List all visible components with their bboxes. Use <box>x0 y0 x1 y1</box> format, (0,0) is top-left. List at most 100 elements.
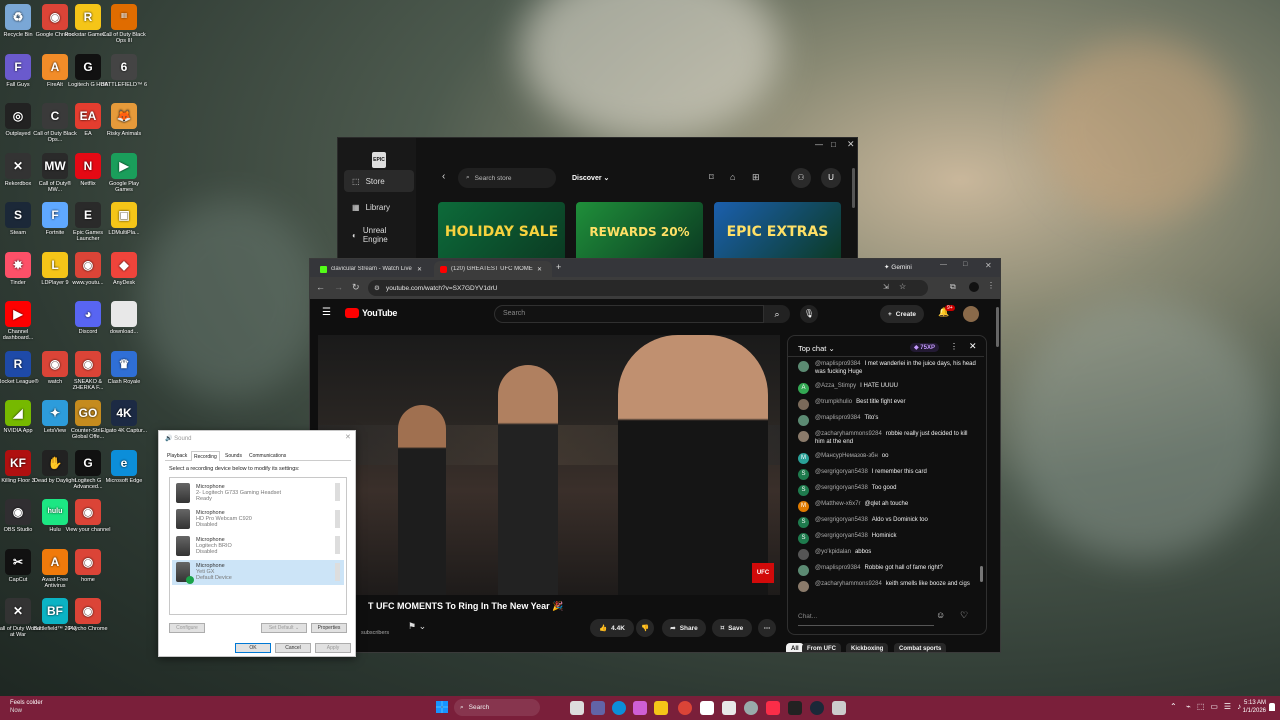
profile-avatar[interactable] <box>969 282 979 292</box>
recording-device[interactable]: Microphone 2- Logitech G733 Gaming Headse… <box>172 480 344 505</box>
clock[interactable]: 5:13 AM 1/1/2026 <box>1240 699 1266 715</box>
scrollbar[interactable] <box>852 168 855 208</box>
desktop-icon[interactable]: 4K Elgato 4K Captur... <box>100 400 148 434</box>
wishlist-icon[interactable]: ⌑ <box>709 172 714 183</box>
gift-icon[interactable]: ⌂ <box>730 172 735 182</box>
avatar[interactable]: U <box>821 168 841 188</box>
epic-search-box[interactable]: ⌕ Search store <box>458 168 556 188</box>
sound-tab[interactable]: Recording <box>191 451 220 461</box>
forward-icon[interactable]: → <box>334 282 343 292</box>
filter-chip[interactable]: Kickboxing <box>846 643 889 652</box>
minimize-button[interactable]: — <box>815 140 823 149</box>
filter-chip[interactable]: From UFC <box>802 643 841 652</box>
promo-rewards[interactable]: REWARDS 20% <box>576 202 703 262</box>
chat-author[interactable]: @maplispro9384 <box>815 415 860 421</box>
save-button[interactable]: ⌑ Save <box>712 619 752 637</box>
desktop-icon[interactable]: 6 BATTLEFIELD™ 6 <box>100 53 148 88</box>
set-default-button[interactable]: Set Default ⌄ <box>261 623 307 633</box>
desktop-icon[interactable]: III Call of Duty Black Ops III <box>100 4 148 44</box>
notification-bell-icon[interactable] <box>1269 703 1275 711</box>
copilot-icon[interactable] <box>633 701 647 715</box>
chat-message[interactable]: @zacharyhammons9284 robbie really just de… <box>798 431 978 446</box>
chat-author[interactable]: @trumpkhulio <box>815 399 852 405</box>
recording-device[interactable]: Microphone HD Pro Webcam C920 Disabled <box>172 507 344 532</box>
youtube-logo[interactable]: YouTube <box>345 308 397 318</box>
discover-dropdown[interactable]: Discover ⌄ <box>572 174 609 182</box>
close-button[interactable]: ✕ <box>847 139 855 150</box>
search-button[interactable]: ⌕ <box>764 305 790 323</box>
join-button[interactable]: ⚑ ⌄ <box>408 621 426 632</box>
chat-author[interactable]: @Azza_Stimpy <box>815 383 856 389</box>
extensions-icon[interactable]: ⧉ <box>950 282 956 292</box>
desktop-icon[interactable]: 🦊 Risky Animals <box>100 103 148 137</box>
desktop-icon[interactable]: ▶ Google Play Games <box>100 152 148 193</box>
back-icon[interactable]: ‹ <box>442 171 445 182</box>
filter-chip[interactable]: Combat sports <box>894 643 947 652</box>
chat-author[interactable]: @МансурНемазов-збн <box>815 453 878 459</box>
chat-author[interactable]: @sergrigoryan5438 <box>815 533 868 539</box>
chat-author[interactable]: @zacharyhammons9284 <box>815 581 882 587</box>
steam-taskbar-icon[interactable] <box>810 701 824 715</box>
create-button[interactable]: + Create <box>880 305 924 323</box>
chat-author[interactable]: @yo'kpidalan <box>815 549 851 555</box>
site-info-icon[interactable]: ⚙ <box>374 284 380 292</box>
close-tab-icon[interactable]: ✕ <box>417 266 422 273</box>
page-scrollbar[interactable] <box>996 307 999 347</box>
taskbar-search[interactable]: ⌕ Search <box>454 699 540 716</box>
chat-close-icon[interactable]: ✕ <box>969 341 977 352</box>
sound-tab[interactable]: Communications <box>247 451 288 461</box>
cart-icon[interactable]: ⊞ <box>752 172 760 183</box>
xp-badge[interactable]: ◆ 75XP <box>910 343 939 352</box>
calculator-icon[interactable] <box>722 701 736 715</box>
epic-nav-store[interactable]: ⬚ Store <box>344 170 414 192</box>
mic-taskbar-icon[interactable] <box>832 701 846 715</box>
video-player[interactable]: UFC <box>318 335 780 595</box>
new-tab-button[interactable]: + <box>556 262 561 272</box>
desktop-icon[interactable]: ♛ Clash Royale <box>100 350 148 385</box>
epic-taskbar-icon[interactable] <box>788 701 802 715</box>
desktop-icon[interactable]: ▶ Channel dashboard... <box>0 301 42 341</box>
edge-icon[interactable] <box>612 701 626 715</box>
chat-message[interactable]: S @sergrigoryan5438 Aldo vs Dominick too <box>798 517 978 528</box>
chat-message[interactable]: @maplispro9384 Tito's <box>798 415 978 426</box>
desktop-icon[interactable]: ◉ View your channel <box>64 499 112 533</box>
emoji-icon[interactable]: ☺ <box>936 610 945 620</box>
recording-device[interactable]: Microphone Logitech BRIO Disabled <box>172 533 344 558</box>
share-button[interactable]: ➦ Share <box>662 619 706 637</box>
task-view-icon[interactable] <box>570 701 584 715</box>
chrome-menu-icon[interactable]: ⋮ <box>987 281 995 290</box>
close-tab-icon[interactable]: ✕ <box>537 266 542 273</box>
menu-icon[interactable]: ☰ <box>322 307 331 318</box>
desktop-icon[interactable]: e Microsoft Edge <box>100 449 148 484</box>
tab-youtube[interactable]: (120) GREATEST UFC MOMENT... ✕ <box>434 261 552 277</box>
bookmark-star-icon[interactable]: ☆ <box>899 282 906 291</box>
more-actions-button[interactable]: ⋯ <box>758 619 776 637</box>
close-button[interactable]: ✕ <box>345 433 351 441</box>
chat-input[interactable]: Chat... <box>798 608 934 626</box>
desktop-icon[interactable]: ◉ Psycho Chrome <box>64 598 112 632</box>
chat-author[interactable]: @maplispro9384 <box>815 361 860 367</box>
maximize-button[interactable]: □ <box>831 140 836 149</box>
chat-message[interactable]: S @sergrigoryan5438 I remember this card <box>798 469 978 480</box>
chat-message[interactable]: @yo'kpidalan abbos <box>798 549 978 560</box>
desktop-icon[interactable]: ◉ home <box>64 548 112 583</box>
teams-icon[interactable] <box>591 701 605 715</box>
address-bar[interactable]: ⚙ youtube.com/watch?v=SX7GDYV1drU <box>368 280 928 296</box>
properties-button[interactable]: Properties <box>311 623 347 633</box>
chat-author[interactable]: @sergrigoryan5438 <box>815 517 868 523</box>
desktop-icon[interactable]: ▣ LDMultiPla... <box>100 202 148 236</box>
tab-kick[interactable]: clavicular Stream - Watch Live ✕ <box>314 261 432 277</box>
minimize-button[interactable]: — <box>940 261 947 268</box>
settings-icon[interactable] <box>744 701 758 715</box>
apply-button[interactable]: Apply <box>315 643 351 653</box>
maximize-button[interactable]: □ <box>963 261 967 268</box>
chat-scrollbar[interactable] <box>980 566 983 582</box>
install-icon[interactable]: ⇲ <box>883 283 889 291</box>
epic-nav-library[interactable]: ▦ Library <box>344 196 414 218</box>
ok-button[interactable]: OK <box>235 643 271 653</box>
chat-author[interactable]: @maplispro9384 <box>815 565 860 571</box>
chat-message[interactable]: M @Matthew-x6x7r @qlet ah touche <box>798 501 978 512</box>
chat-message[interactable]: @zacharyhammons9284 keith smells like boo… <box>798 581 978 592</box>
sound-tab[interactable]: Playback <box>165 451 189 461</box>
chat-author[interactable]: @sergrigoryan5438 <box>815 485 868 491</box>
